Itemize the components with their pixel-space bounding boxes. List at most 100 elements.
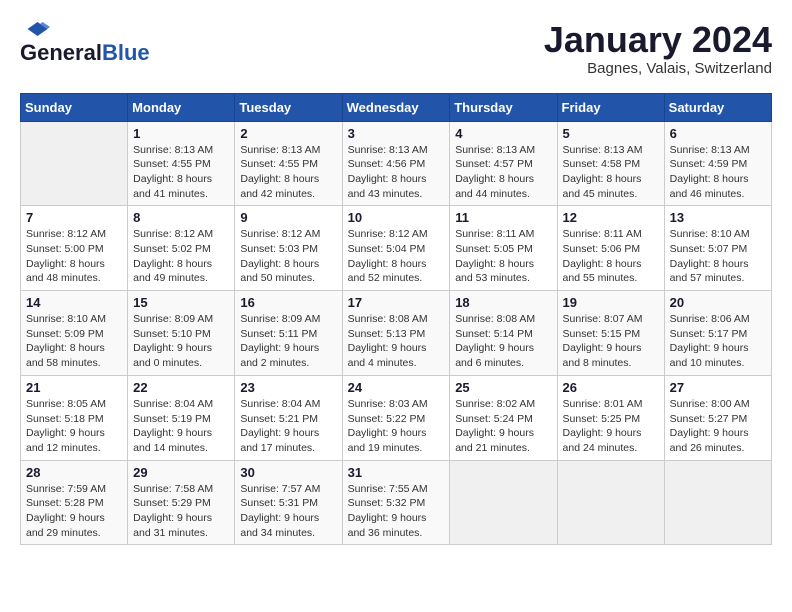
month-title: January 2024 xyxy=(544,20,772,60)
day-info: Sunrise: 8:09 AMSunset: 5:11 PMDaylight:… xyxy=(240,312,336,371)
day-number: 31 xyxy=(348,465,445,480)
day-info: Sunrise: 8:04 AMSunset: 5:19 PMDaylight:… xyxy=(133,397,229,456)
day-info: Sunrise: 8:07 AMSunset: 5:15 PMDaylight:… xyxy=(563,312,659,371)
day-cell: 15Sunrise: 8:09 AMSunset: 5:10 PMDayligh… xyxy=(128,291,235,376)
day-info: Sunrise: 8:12 AMSunset: 5:04 PMDaylight:… xyxy=(348,227,445,286)
day-cell: 10 Sunrise: 8:12 AMSunset: 5:04 PMDayligh… xyxy=(342,206,450,291)
day-info: Sunrise: 7:57 AMSunset: 5:31 PMDaylight:… xyxy=(240,482,336,541)
day-cell: 24Sunrise: 8:03 AMSunset: 5:22 PMDayligh… xyxy=(342,375,450,460)
day-number: 18 xyxy=(455,295,551,310)
day-info: Sunrise: 8:08 AMSunset: 5:13 PMDaylight:… xyxy=(348,312,445,371)
week-row-4: 21Sunrise: 8:05 AMSunset: 5:18 PMDayligh… xyxy=(21,375,772,460)
week-row-2: 7 Sunrise: 8:12 AMSunset: 5:00 PMDaylight… xyxy=(21,206,772,291)
day-info: Sunrise: 8:05 AMSunset: 5:18 PMDaylight:… xyxy=(26,397,122,456)
day-info: Sunrise: 8:11 AMSunset: 5:06 PMDaylight:… xyxy=(563,227,659,286)
day-cell: 19Sunrise: 8:07 AMSunset: 5:15 PMDayligh… xyxy=(557,291,664,376)
day-info: Sunrise: 8:13 AMSunset: 4:59 PMDaylight:… xyxy=(670,143,766,202)
weekday-header-thursday: Thursday xyxy=(450,93,557,121)
day-cell: 8Sunrise: 8:12 AMSunset: 5:02 PMDaylight… xyxy=(128,206,235,291)
day-number: 28 xyxy=(26,465,122,480)
title-block: January 2024 Bagnes, Valais, Switzerland xyxy=(544,20,772,77)
day-number: 2 xyxy=(240,126,336,141)
week-row-5: 28 Sunrise: 7:59 AMSunset: 5:28 PMDayligh… xyxy=(21,460,772,545)
page-header: GeneralBlue January 2024 Bagnes, Valais,… xyxy=(20,20,772,77)
day-number: 7 xyxy=(26,210,122,225)
logo: GeneralBlue xyxy=(20,20,150,66)
day-cell: 6 Sunrise: 8:13 AMSunset: 4:59 PMDaylight… xyxy=(664,121,771,206)
day-cell: 2 Sunrise: 8:13 AMSunset: 4:55 PMDaylight… xyxy=(235,121,342,206)
day-number: 17 xyxy=(348,295,445,310)
day-cell: 25Sunrise: 8:02 AMSunset: 5:24 PMDayligh… xyxy=(450,375,557,460)
day-cell: 23 Sunrise: 8:04 AMSunset: 5:21 PMDayligh… xyxy=(235,375,342,460)
weekday-header-friday: Friday xyxy=(557,93,664,121)
day-info: Sunrise: 8:02 AMSunset: 5:24 PMDaylight:… xyxy=(455,397,551,456)
day-cell: 1 Sunrise: 8:13 AMSunset: 4:55 PMDaylight… xyxy=(128,121,235,206)
day-cell: 16 Sunrise: 8:09 AMSunset: 5:11 PMDayligh… xyxy=(235,291,342,376)
day-info: Sunrise: 8:13 AMSunset: 4:57 PMDaylight:… xyxy=(455,143,551,202)
day-number: 10 xyxy=(348,210,445,225)
day-info: Sunrise: 8:12 AMSunset: 5:02 PMDaylight:… xyxy=(133,227,229,286)
day-cell: 7 Sunrise: 8:12 AMSunset: 5:00 PMDaylight… xyxy=(21,206,128,291)
day-number: 29 xyxy=(133,465,229,480)
weekday-header-tuesday: Tuesday xyxy=(235,93,342,121)
day-info: Sunrise: 8:08 AMSunset: 5:14 PMDaylight:… xyxy=(455,312,551,371)
day-info: Sunrise: 8:04 AMSunset: 5:21 PMDaylight:… xyxy=(240,397,336,456)
day-cell: 12 Sunrise: 8:11 AMSunset: 5:06 PMDayligh… xyxy=(557,206,664,291)
day-number: 22 xyxy=(133,380,229,395)
day-cell: 26Sunrise: 8:01 AMSunset: 5:25 PMDayligh… xyxy=(557,375,664,460)
weekday-header-saturday: Saturday xyxy=(664,93,771,121)
day-cell xyxy=(557,460,664,545)
calendar-table: SundayMondayTuesdayWednesdayThursdayFrid… xyxy=(20,93,772,546)
day-info: Sunrise: 8:12 AMSunset: 5:03 PMDaylight:… xyxy=(240,227,336,286)
logo-blue: Blue xyxy=(102,40,150,66)
day-cell: 13Sunrise: 8:10 AMSunset: 5:07 PMDayligh… xyxy=(664,206,771,291)
day-number: 4 xyxy=(455,126,551,141)
day-number: 1 xyxy=(133,126,229,141)
day-info: Sunrise: 8:13 AMSunset: 4:56 PMDaylight:… xyxy=(348,143,445,202)
day-info: Sunrise: 8:13 AMSunset: 4:55 PMDaylight:… xyxy=(240,143,336,202)
day-number: 24 xyxy=(348,380,445,395)
day-number: 5 xyxy=(563,126,659,141)
day-info: Sunrise: 8:12 AMSunset: 5:00 PMDaylight:… xyxy=(26,227,122,286)
day-cell: 14Sunrise: 8:10 AMSunset: 5:09 PMDayligh… xyxy=(21,291,128,376)
weekday-header-wednesday: Wednesday xyxy=(342,93,450,121)
day-info: Sunrise: 8:11 AMSunset: 5:05 PMDaylight:… xyxy=(455,227,551,286)
weekday-header-row: SundayMondayTuesdayWednesdayThursdayFrid… xyxy=(21,93,772,121)
day-info: Sunrise: 8:00 AMSunset: 5:27 PMDaylight:… xyxy=(670,397,766,456)
day-info: Sunrise: 7:58 AMSunset: 5:29 PMDaylight:… xyxy=(133,482,229,541)
day-info: Sunrise: 8:01 AMSunset: 5:25 PMDaylight:… xyxy=(563,397,659,456)
day-info: Sunrise: 8:13 AMSunset: 4:58 PMDaylight:… xyxy=(563,143,659,202)
day-cell: 21Sunrise: 8:05 AMSunset: 5:18 PMDayligh… xyxy=(21,375,128,460)
day-info: Sunrise: 7:59 AMSunset: 5:28 PMDaylight:… xyxy=(26,482,122,541)
day-number: 16 xyxy=(240,295,336,310)
day-number: 20 xyxy=(670,295,766,310)
day-number: 9 xyxy=(240,210,336,225)
day-cell: 27 Sunrise: 8:00 AMSunset: 5:27 PMDayligh… xyxy=(664,375,771,460)
day-number: 30 xyxy=(240,465,336,480)
day-cell: 17 Sunrise: 8:08 AMSunset: 5:13 PMDayligh… xyxy=(342,291,450,376)
day-cell: 28 Sunrise: 7:59 AMSunset: 5:28 PMDayligh… xyxy=(21,460,128,545)
day-cell: 4 Sunrise: 8:13 AMSunset: 4:57 PMDaylight… xyxy=(450,121,557,206)
day-number: 15 xyxy=(133,295,229,310)
day-number: 23 xyxy=(240,380,336,395)
day-cell: 29 Sunrise: 7:58 AMSunset: 5:29 PMDayligh… xyxy=(128,460,235,545)
day-cell: 30 Sunrise: 7:57 AMSunset: 5:31 PMDayligh… xyxy=(235,460,342,545)
day-number: 27 xyxy=(670,380,766,395)
week-row-1: 1 Sunrise: 8:13 AMSunset: 4:55 PMDaylight… xyxy=(21,121,772,206)
day-info: Sunrise: 8:06 AMSunset: 5:17 PMDaylight:… xyxy=(670,312,766,371)
day-cell: 3Sunrise: 8:13 AMSunset: 4:56 PMDaylight… xyxy=(342,121,450,206)
weekday-header-sunday: Sunday xyxy=(21,93,128,121)
day-cell: 11 Sunrise: 8:11 AMSunset: 5:05 PMDayligh… xyxy=(450,206,557,291)
day-number: 11 xyxy=(455,210,551,225)
day-info: Sunrise: 8:10 AMSunset: 5:09 PMDaylight:… xyxy=(26,312,122,371)
day-cell: 20 Sunrise: 8:06 AMSunset: 5:17 PMDayligh… xyxy=(664,291,771,376)
day-info: Sunrise: 7:55 AMSunset: 5:32 PMDaylight:… xyxy=(348,482,445,541)
day-cell: 18 Sunrise: 8:08 AMSunset: 5:14 PMDayligh… xyxy=(450,291,557,376)
day-cell: 9 Sunrise: 8:12 AMSunset: 5:03 PMDaylight… xyxy=(235,206,342,291)
day-cell xyxy=(664,460,771,545)
day-number: 12 xyxy=(563,210,659,225)
logo-icon xyxy=(20,20,50,38)
day-info: Sunrise: 8:13 AMSunset: 4:55 PMDaylight:… xyxy=(133,143,229,202)
location: Bagnes, Valais, Switzerland xyxy=(544,60,772,77)
day-number: 6 xyxy=(670,126,766,141)
